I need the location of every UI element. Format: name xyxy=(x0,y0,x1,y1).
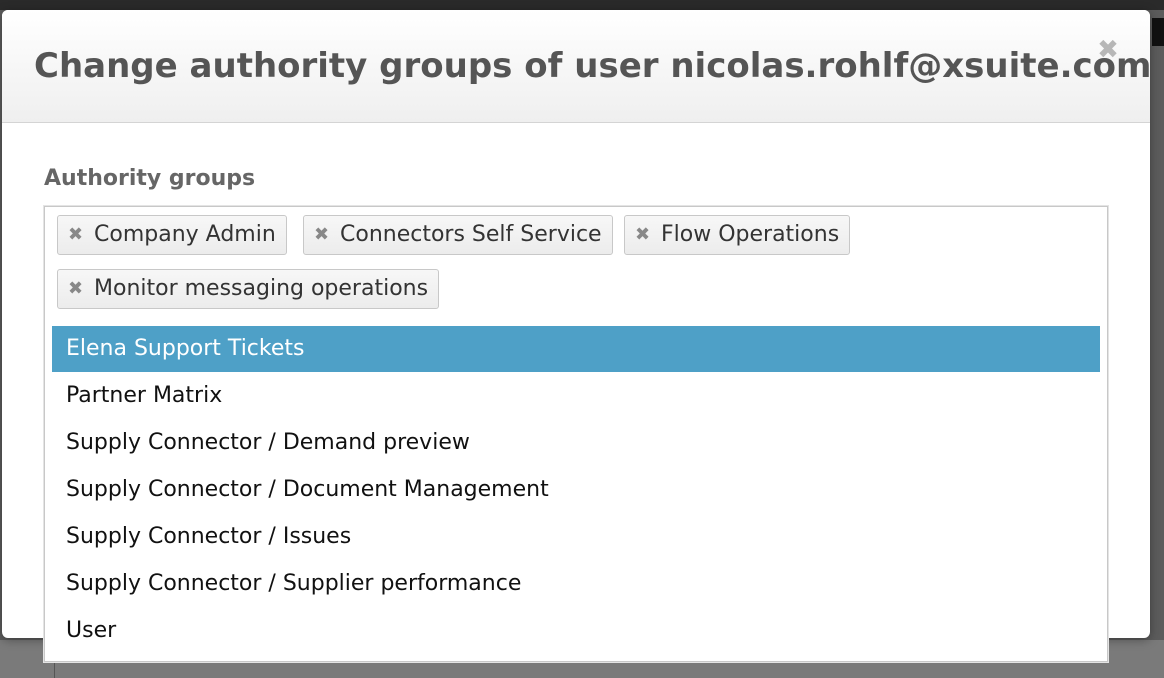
authority-groups-label: Authority groups xyxy=(44,166,256,191)
modal-header: Change authority groups of user nicolas.… xyxy=(2,10,1152,123)
selected-tag-monitor-messaging-operations: ✖ Monitor messaging operations xyxy=(57,269,440,309)
backdrop-right-strip xyxy=(1152,18,1164,46)
remove-tag-icon[interactable]: ✖ xyxy=(314,216,329,254)
option-partner-matrix[interactable]: Partner Matrix xyxy=(52,373,1100,419)
remove-tag-icon[interactable]: ✖ xyxy=(635,216,650,254)
tag-label: Monitor messaging operations xyxy=(94,276,429,301)
remove-tag-icon[interactable]: ✖ xyxy=(68,270,83,308)
remove-tag-icon[interactable]: ✖ xyxy=(68,216,83,254)
selected-tag-company-admin: ✖ Company Admin xyxy=(57,215,287,255)
option-issues[interactable]: Supply Connector / Issues xyxy=(52,514,1100,560)
selected-tag-connectors-self-service: ✖ Connectors Self Service xyxy=(303,215,613,255)
option-user[interactable]: User xyxy=(52,608,1100,654)
option-demand-preview[interactable]: Supply Connector / Demand preview xyxy=(52,420,1100,466)
tag-label: Connectors Self Service xyxy=(340,222,602,247)
backdrop-divider xyxy=(54,660,55,678)
option-elena-support-tickets[interactable]: Elena Support Tickets xyxy=(52,326,1100,372)
close-icon[interactable]: ✖ xyxy=(1094,36,1122,64)
tag-label: Flow Operations xyxy=(661,222,840,247)
modal-title: Change authority groups of user nicolas.… xyxy=(34,46,1152,86)
backdrop-top-bar xyxy=(0,0,1164,10)
tag-label: Company Admin xyxy=(94,222,276,247)
option-supplier-performance[interactable]: Supply Connector / Supplier performance xyxy=(52,561,1100,607)
selected-tag-flow-operations: ✖ Flow Operations xyxy=(624,215,851,255)
option-document-management[interactable]: Supply Connector / Document Management xyxy=(52,467,1100,513)
